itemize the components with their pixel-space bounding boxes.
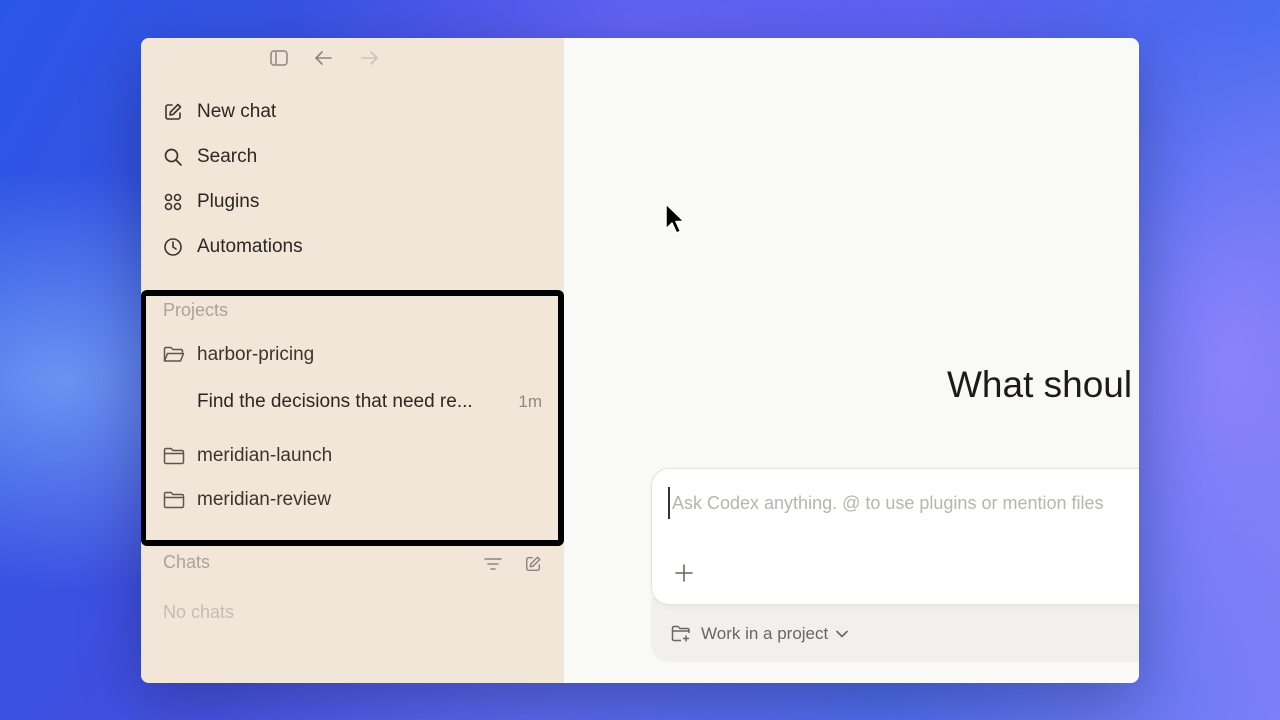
nav-label-plugins: Plugins [197,191,260,212]
thread-age: 1m [518,392,542,411]
thread-item[interactable]: Find the decisions that need re... 1m [197,386,542,418]
automations-button[interactable]: Automations [163,230,543,264]
project-name: harbor-pricing [197,344,315,365]
new-chat-icon[interactable] [521,552,545,576]
page-title: What shoul [947,364,1133,405]
search-icon [163,147,183,167]
mouse-cursor-icon [664,202,688,241]
new-chat-button[interactable]: New chat [163,95,543,129]
back-arrow-icon[interactable] [312,48,336,68]
folder-plus-icon [671,624,691,644]
plugins-icon [163,192,183,212]
folder-icon [163,446,185,466]
project-name: meridian-launch [197,445,333,466]
folder-icon [163,490,185,510]
filter-icon[interactable] [481,552,505,576]
chats-empty-text: No chats [163,602,235,622]
main-panel: What shoul Work in a project [564,38,1139,683]
composer [651,468,1139,605]
nav-label-new-chat: New chat [197,101,277,122]
toggle-sidebar-icon[interactable] [267,48,291,68]
add-attachment-icon[interactable] [672,561,696,585]
sidebar: New chat Search Plugins Automations Proj… [141,38,564,683]
project-meridian-launch[interactable]: meridian-launch [163,440,543,472]
composer-footer: Work in a project [651,598,1139,662]
clock-icon [163,237,183,257]
project-select-label: Work in a project [701,624,829,643]
folder-open-icon [163,345,185,365]
project-harbor-pricing[interactable]: harbor-pricing [163,339,543,371]
nav-label-automations: Automations [197,236,303,257]
chats-section-label: Chats [163,552,211,572]
thread-title: Find the decisions that need re... [197,391,473,412]
plugins-button[interactable]: Plugins [163,185,543,219]
composer-input[interactable] [668,487,1139,519]
project-meridian-review[interactable]: meridian-review [163,484,543,516]
project-name: meridian-review [197,489,332,510]
chats-actions [481,552,545,576]
projects-section-label: Projects [163,300,229,320]
forward-arrow-icon[interactable] [357,48,381,68]
chevron-down-icon [836,630,849,638]
new-chat-icon [163,102,183,122]
search-button[interactable]: Search [163,140,543,174]
app-window: New chat Search Plugins Automations Proj… [141,38,1139,683]
nav-label-search: Search [197,146,258,167]
work-in-project-dropdown[interactable]: Work in a project [671,624,849,644]
